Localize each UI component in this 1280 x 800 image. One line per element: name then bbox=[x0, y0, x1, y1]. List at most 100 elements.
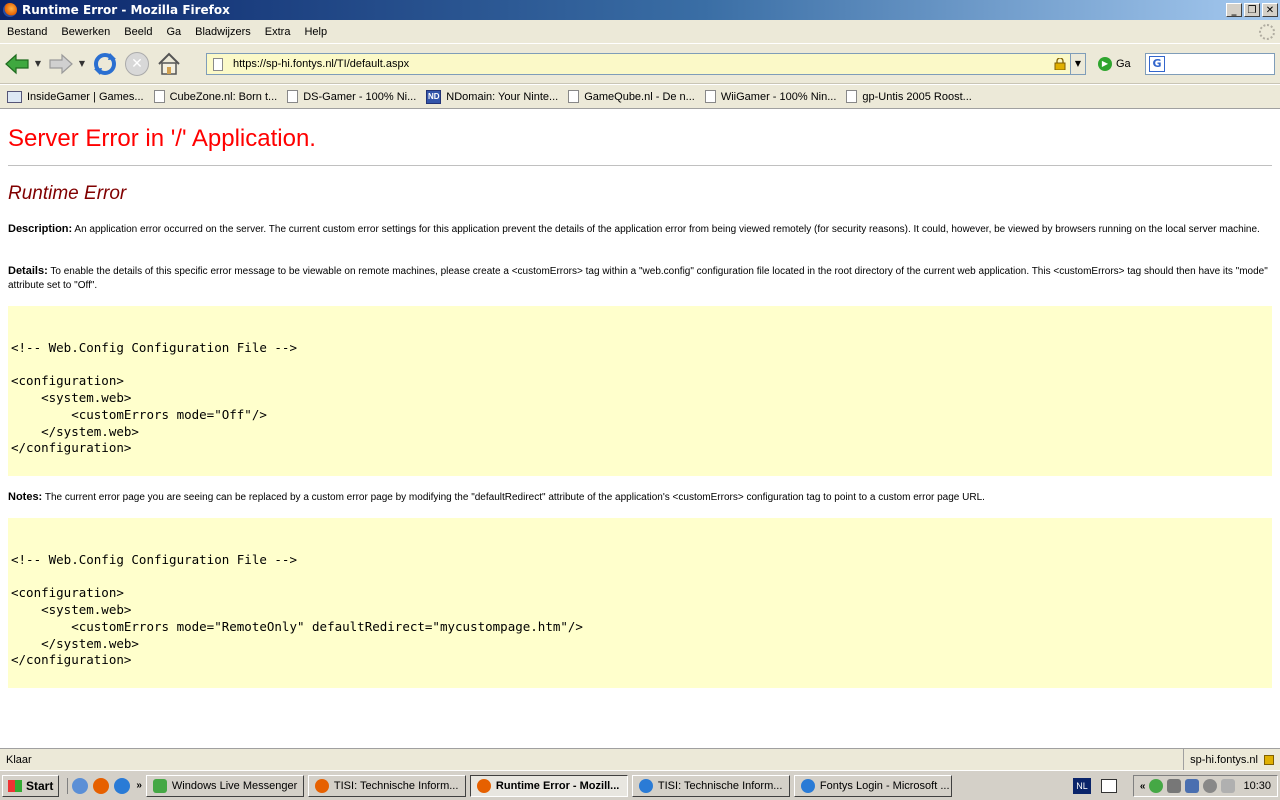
back-icon bbox=[5, 53, 29, 74]
task-tisi-2[interactable]: TISI: Technische Inform... bbox=[631, 774, 790, 797]
url-text[interactable]: https://sp-hi.fontys.nl/TI/default.aspx bbox=[233, 58, 1054, 70]
show-desktop-icon[interactable] bbox=[72, 777, 89, 794]
menu-beeld[interactable]: Beeld bbox=[117, 26, 159, 38]
bookmark-label: WiiGamer - 100% Nin... bbox=[720, 90, 837, 103]
lock-icon[interactable] bbox=[1054, 58, 1066, 70]
volume-icon[interactable] bbox=[1203, 779, 1218, 793]
bookmark-label: NDomain: Your Ninte... bbox=[446, 90, 559, 103]
task-label: Windows Live Messenger bbox=[171, 779, 298, 792]
search-box[interactable]: G bbox=[1145, 53, 1275, 75]
back-history-dropdown[interactable]: ▼ bbox=[32, 59, 44, 68]
menu-extra[interactable]: Extra bbox=[258, 26, 298, 38]
divider bbox=[8, 165, 1272, 166]
page-icon bbox=[213, 57, 223, 71]
bookmarks-toolbar: InsideGamer | Games... CubeZone.nl: Born… bbox=[0, 85, 1280, 109]
status-host[interactable]: sp-hi.fontys.nl bbox=[1183, 749, 1280, 770]
status-text: Klaar bbox=[6, 753, 32, 766]
code-block-off: <!-- Web.Config Configuration File --> <… bbox=[8, 306, 1272, 476]
forward-button[interactable] bbox=[46, 49, 76, 79]
forward-history-dropdown[interactable]: ▼ bbox=[76, 59, 88, 68]
windows-logo-icon bbox=[8, 779, 22, 792]
messenger-tray-icon[interactable] bbox=[1149, 779, 1164, 793]
insidegamer-icon bbox=[7, 90, 22, 103]
page-content[interactable]: Server Error in '/' Application. Runtime… bbox=[0, 110, 1280, 748]
bookmark-label: GameQube.nl - De n... bbox=[584, 90, 695, 103]
go-button[interactable]: ▶ Ga bbox=[1098, 57, 1131, 71]
stop-button[interactable]: ✕ bbox=[122, 49, 152, 79]
code-text: <!-- Web.Config Configuration File --> <… bbox=[11, 551, 583, 668]
bookmark-wiigamer[interactable]: WiiGamer - 100% Nin... bbox=[704, 90, 837, 103]
notes-paragraph: Notes: The current error page you are se… bbox=[8, 490, 1268, 505]
clock[interactable]: 10:30 bbox=[1243, 780, 1271, 792]
maximize-button[interactable]: ❐ bbox=[1244, 3, 1260, 17]
bookmark-label: InsideGamer | Games... bbox=[27, 90, 144, 103]
firefox-quicklaunch-icon[interactable] bbox=[93, 777, 110, 794]
bookmark-ndomain[interactable]: ND NDomain: Your Ninte... bbox=[426, 89, 559, 104]
task-runtime-error[interactable]: Runtime Error - Mozill... bbox=[469, 774, 628, 797]
network-icon[interactable] bbox=[1167, 779, 1182, 793]
menu-ga[interactable]: Ga bbox=[159, 26, 188, 38]
bookmark-gp-untis[interactable]: gp-Untis 2005 Roost... bbox=[846, 90, 972, 103]
stop-icon: ✕ bbox=[125, 51, 149, 76]
bookmark-ds-gamer[interactable]: DS-Gamer - 100% Ni... bbox=[287, 90, 416, 103]
firefox-icon bbox=[3, 3, 17, 17]
page-icon bbox=[846, 90, 858, 103]
window-controls: _ ❐ ✕ bbox=[1226, 3, 1278, 17]
system-tray: « 10:30 bbox=[1132, 775, 1278, 797]
go-icon: ▶ bbox=[1098, 57, 1112, 71]
task-tisi-1[interactable]: TISI: Technische Inform... bbox=[307, 774, 466, 797]
back-button[interactable] bbox=[2, 49, 32, 79]
task-label: Fontys Login - Microsoft ... bbox=[819, 779, 950, 792]
details-paragraph: Details: To enable the details of this s… bbox=[8, 264, 1268, 293]
google-search-icon[interactable]: G bbox=[1149, 56, 1165, 72]
notes-label: Notes: bbox=[8, 491, 43, 503]
internet-explorer-icon[interactable] bbox=[114, 777, 131, 794]
menu-bladwijzers[interactable]: Bladwijzers bbox=[188, 26, 258, 38]
secure-lock-icon[interactable] bbox=[1264, 754, 1274, 765]
internet-explorer-icon bbox=[800, 778, 815, 793]
display-icon[interactable] bbox=[1185, 779, 1200, 793]
menu-help[interactable]: Help bbox=[297, 26, 334, 38]
details-text: To enable the details of this specific e… bbox=[8, 266, 1268, 291]
description-label: Description: bbox=[8, 223, 73, 235]
code-block-remoteonly: <!-- Web.Config Configuration File --> <… bbox=[8, 518, 1272, 688]
bookmark-label: gp-Untis 2005 Roost... bbox=[862, 90, 972, 103]
details-label: Details: bbox=[8, 265, 48, 277]
window-titlebar[interactable]: Runtime Error - Mozilla Firefox _ ❐ ✕ bbox=[0, 0, 1280, 20]
home-icon bbox=[158, 52, 180, 75]
firefox-icon bbox=[476, 778, 491, 793]
go-label: Ga bbox=[1116, 58, 1131, 70]
keyboard-icon[interactable] bbox=[1101, 779, 1117, 793]
status-host-label: sp-hi.fontys.nl bbox=[1190, 753, 1258, 766]
home-button[interactable] bbox=[154, 49, 184, 79]
forward-icon bbox=[49, 53, 73, 74]
code-text: <!-- Web.Config Configuration File --> <… bbox=[11, 339, 297, 456]
tray-app-icon[interactable] bbox=[1221, 779, 1236, 793]
bookmark-gameqube[interactable]: GameQube.nl - De n... bbox=[568, 90, 695, 103]
menu-bewerken[interactable]: Bewerken bbox=[54, 26, 117, 38]
page-icon bbox=[704, 90, 716, 103]
tray-expand-icon[interactable]: « bbox=[1140, 781, 1146, 792]
error-subtitle: Runtime Error bbox=[8, 183, 127, 204]
quick-launch bbox=[67, 777, 131, 794]
page-icon bbox=[287, 90, 299, 103]
start-label: Start bbox=[26, 778, 54, 793]
quick-launch-more-icon[interactable]: » bbox=[136, 780, 142, 791]
menu-bestand[interactable]: Bestand bbox=[0, 26, 54, 38]
task-fontys-login[interactable]: Fontys Login - Microsoft ... bbox=[793, 774, 952, 797]
task-windows-live-messenger[interactable]: Windows Live Messenger bbox=[145, 774, 304, 797]
bookmark-cubezone[interactable]: CubeZone.nl: Born t... bbox=[153, 90, 277, 103]
minimize-button[interactable]: _ bbox=[1226, 3, 1242, 17]
ndomain-icon: ND bbox=[426, 89, 442, 104]
url-history-dropdown[interactable]: ▼ bbox=[1070, 54, 1085, 74]
language-indicator[interactable]: NL bbox=[1073, 778, 1091, 794]
bookmark-insidegamer[interactable]: InsideGamer | Games... bbox=[7, 90, 144, 103]
start-button[interactable]: Start bbox=[2, 774, 60, 797]
task-label: TISI: Technische Inform... bbox=[333, 779, 459, 792]
close-button[interactable]: ✕ bbox=[1262, 3, 1278, 17]
address-bar[interactable]: https://sp-hi.fontys.nl/TI/default.aspx … bbox=[206, 53, 1086, 75]
reload-button[interactable] bbox=[90, 49, 120, 79]
reload-icon bbox=[94, 52, 116, 75]
task-label: Runtime Error - Mozill... bbox=[495, 779, 620, 792]
page-icon bbox=[153, 90, 165, 103]
